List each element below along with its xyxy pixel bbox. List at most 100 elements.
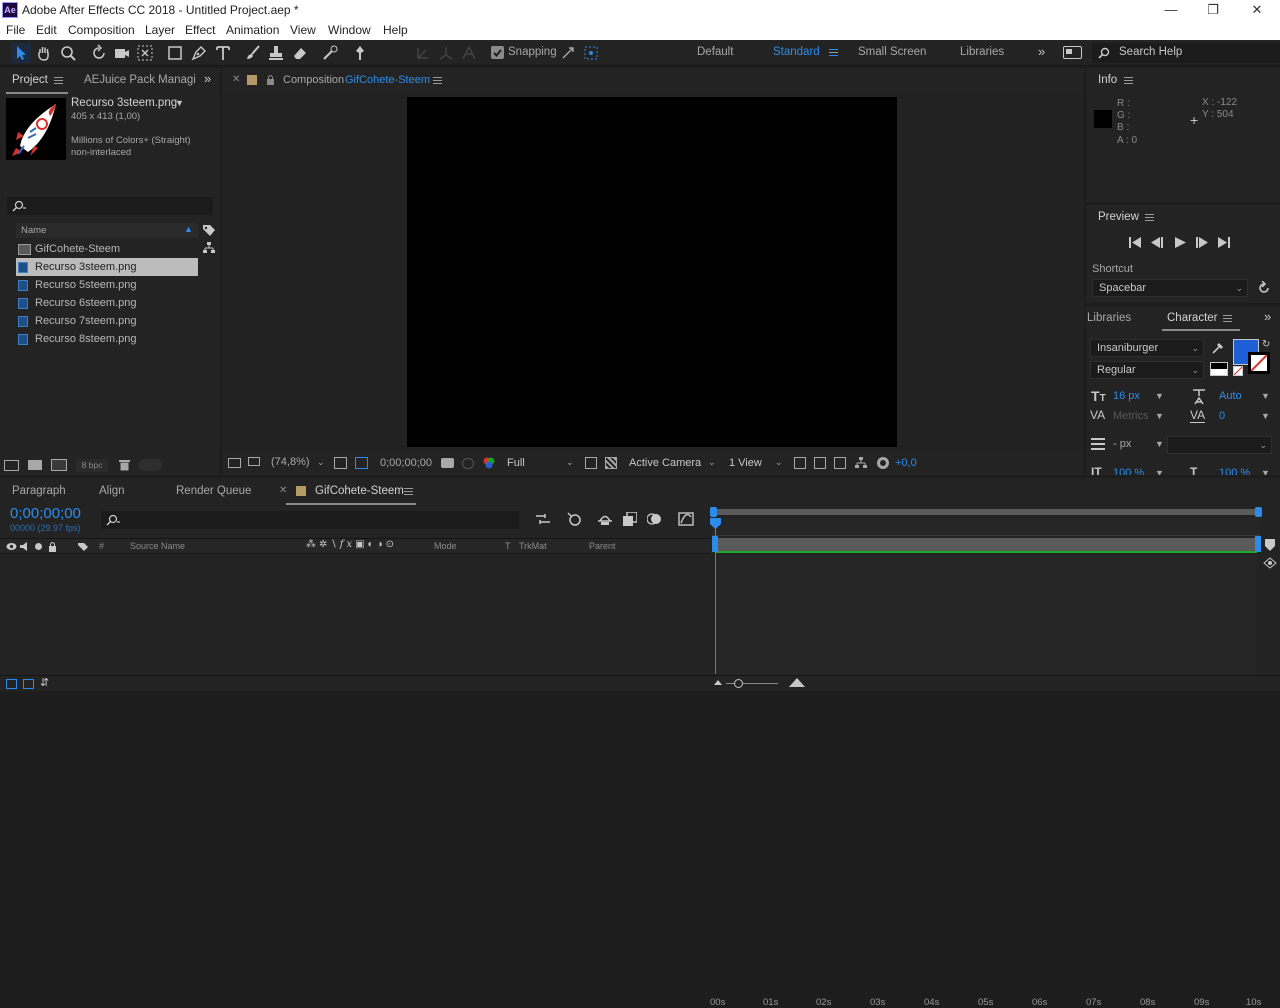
project-item[interactable]: Recurso 8steem.png: [16, 330, 198, 348]
timeline-track-area[interactable]: [716, 555, 1257, 675]
work-area-end-handle[interactable]: [1255, 536, 1261, 552]
horizontal-scale-value[interactable]: 100 %: [1219, 467, 1250, 475]
camera-tool-icon[interactable]: [112, 43, 132, 63]
menu-window[interactable]: Window: [328, 23, 371, 37]
project-column-header[interactable]: Name ▲: [16, 223, 198, 238]
default-colors-icon[interactable]: [1233, 366, 1243, 376]
workspace-toggle-icon[interactable]: [1063, 46, 1082, 59]
stroke-width-value[interactable]: - px: [1113, 438, 1131, 450]
menu-effect[interactable]: Effect: [185, 23, 215, 37]
navigator-start-handle[interactable]: [710, 507, 717, 517]
font-family-dropdown[interactable]: Insaniburger ⌄: [1090, 339, 1204, 357]
rgb-channels-icon[interactable]: [482, 456, 496, 470]
draft-3d-icon[interactable]: [566, 511, 582, 527]
first-frame-icon[interactable]: [1129, 237, 1142, 248]
flowchart-view-icon[interactable]: [855, 457, 867, 469]
in-out-toggle-icon[interactable]: ⇵: [40, 676, 49, 689]
stroke-color-swatch[interactable]: [1248, 352, 1270, 374]
rotation-tool-icon[interactable]: [89, 43, 109, 63]
reset-exposure-icon[interactable]: [876, 456, 890, 470]
thumbnail-slider[interactable]: [138, 459, 162, 471]
character-panel-overflow-icon[interactable]: »: [1264, 309, 1271, 324]
snapping-checkbox[interactable]: [491, 46, 504, 59]
search-help-field[interactable]: Search Help: [1092, 43, 1280, 63]
mask-visibility-icon[interactable]: [355, 457, 368, 469]
close-button[interactable]: ✕: [1234, 0, 1280, 20]
workspace-standard[interactable]: Standard: [773, 46, 820, 58]
comp-viewer-area[interactable]: [222, 92, 1084, 450]
kerning-value[interactable]: Metrics: [1113, 410, 1148, 422]
color-depth-button[interactable]: 8 bpc: [76, 459, 108, 472]
solo-icon[interactable]: [35, 543, 42, 550]
close-comp-tab-icon[interactable]: ✕: [232, 74, 240, 85]
workspace-small-screen[interactable]: Small Screen: [858, 46, 926, 58]
minimize-button[interactable]: —: [1148, 0, 1194, 20]
roto-brush-tool-icon[interactable]: [320, 43, 340, 63]
kerning-chevron-icon[interactable]: ▼: [1155, 411, 1164, 421]
always-preview-icon[interactable]: [228, 458, 241, 468]
project-item-selected[interactable]: Recurso 3steem.png: [16, 258, 198, 276]
play-icon[interactable]: [1175, 237, 1186, 248]
transfer-controls-toggle-icon[interactable]: [23, 679, 34, 689]
new-composition-icon[interactable]: [51, 459, 67, 471]
clone-stamp-tool-icon[interactable]: [266, 43, 286, 63]
snap-features-icon[interactable]: [581, 43, 601, 63]
pen-tool-icon[interactable]: [189, 43, 209, 63]
work-area-navigator[interactable]: [712, 509, 1260, 515]
audio-speaker-icon[interactable]: [20, 542, 30, 551]
swap-colors-icon[interactable]: ↻: [1262, 339, 1270, 350]
comp-marker-icon[interactable]: [1263, 557, 1277, 569]
timeline-toggle-icon[interactable]: [834, 457, 846, 469]
close-timeline-tab-icon[interactable]: ✕: [279, 485, 287, 496]
view-layout-dropdown[interactable]: 1 View: [729, 457, 762, 469]
trash-icon[interactable]: [119, 459, 130, 471]
comp-panel-menu-icon[interactable]: [433, 77, 442, 84]
timeline-search-input[interactable]: [101, 511, 519, 529]
workspace-menu-icon[interactable]: [829, 49, 838, 56]
info-panel-menu-icon[interactable]: [1124, 77, 1133, 84]
label-tag-icon[interactable]: [202, 224, 216, 237]
tab-render-queue[interactable]: Render Queue: [176, 485, 251, 497]
work-area-bar[interactable]: [716, 538, 1257, 552]
character-panel-menu-icon[interactable]: [1223, 315, 1232, 322]
graph-editor-icon[interactable]: [678, 512, 694, 526]
camera-chevron-icon[interactable]: ⌄: [708, 457, 716, 468]
flowchart-icon[interactable]: [203, 242, 215, 254]
eraser-tool-icon[interactable]: [290, 43, 310, 63]
project-panel-menu-icon[interactable]: [54, 77, 63, 84]
tab-paragraph[interactable]: Paragraph: [12, 485, 66, 497]
project-item[interactable]: Recurso 5steem.png: [16, 276, 198, 294]
time-ruler[interactable]: [712, 518, 1260, 536]
stroke-style-dropdown[interactable]: ⌄: [1167, 436, 1272, 454]
motion-blur-icon[interactable]: [647, 512, 663, 526]
leading-value[interactable]: Auto: [1219, 390, 1242, 402]
zoom-slider-thumb[interactable]: [734, 679, 743, 688]
frame-blending-icon[interactable]: [623, 512, 637, 526]
project-search-input[interactable]: [7, 197, 213, 215]
safe-zones-icon[interactable]: [334, 457, 347, 469]
region-of-interest-icon[interactable]: [585, 457, 597, 469]
source-name-column[interactable]: Source Name: [130, 541, 185, 551]
fast-previews-icon[interactable]: [814, 457, 826, 469]
menu-help[interactable]: Help: [383, 23, 408, 37]
font-size-value[interactable]: 16 px: [1113, 390, 1140, 402]
shortcut-dropdown[interactable]: Spacebar ⌄: [1092, 279, 1248, 297]
eyedropper-icon[interactable]: [1211, 341, 1225, 355]
hand-tool-icon[interactable]: [34, 43, 54, 63]
tab-timeline-comp[interactable]: GifCohete-Steem: [315, 485, 404, 497]
menu-edit[interactable]: Edit: [36, 23, 57, 37]
last-frame-icon[interactable]: [1218, 237, 1231, 248]
navigator-end-handle[interactable]: [1255, 507, 1262, 517]
resolution-dropdown[interactable]: Full: [507, 457, 525, 469]
comp-mini-flowchart-icon[interactable]: [535, 513, 551, 527]
workspace-default[interactable]: Default: [697, 46, 733, 58]
project-panel-overflow-icon[interactable]: »: [204, 71, 211, 86]
comp-button-icon[interactable]: [1264, 538, 1276, 552]
pan-behind-tool-icon[interactable]: [135, 43, 155, 63]
snap-edges-icon[interactable]: [558, 43, 578, 63]
interpret-footage-icon[interactable]: [4, 460, 19, 471]
transparency-grid-icon[interactable]: [605, 457, 617, 469]
rectangle-tool-icon[interactable]: [165, 43, 185, 63]
camera-view-dropdown[interactable]: Active Camera: [629, 457, 701, 469]
vertical-scale-chevron-icon[interactable]: ▼: [1155, 468, 1164, 475]
